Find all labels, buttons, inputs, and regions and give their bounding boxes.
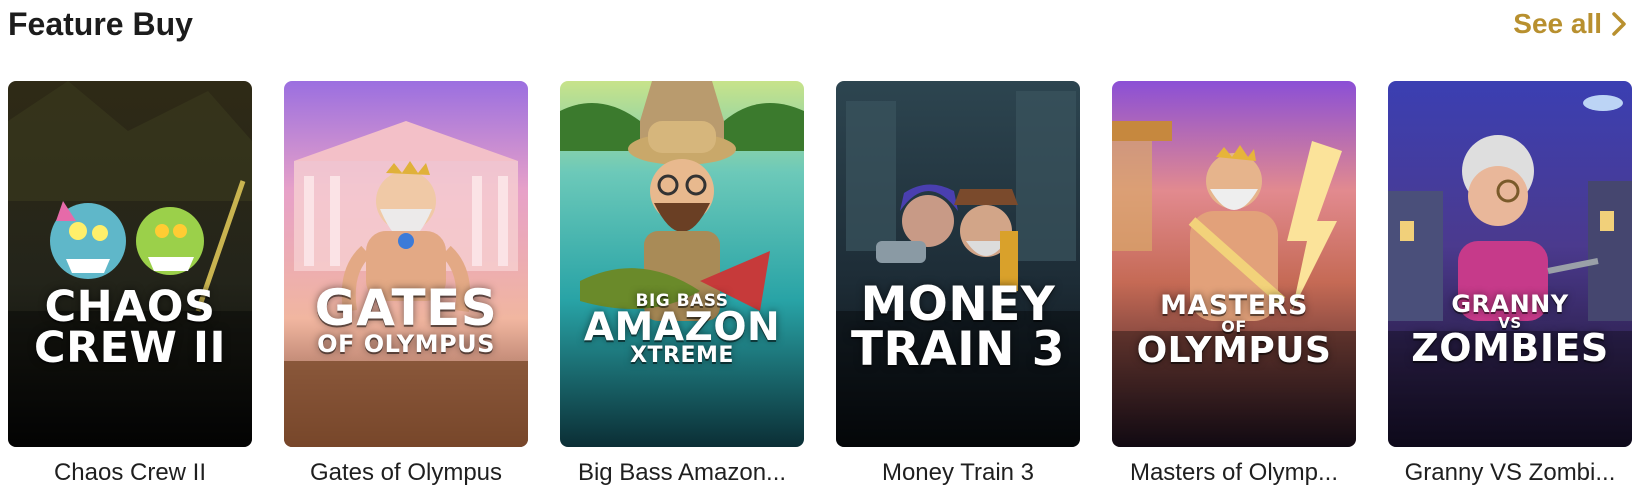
chevron-right-icon [1612, 12, 1626, 36]
game-card-granny-vs-zombies[interactable]: GRANNY VS ZOMBIES Granny VS Zombi... [1388, 81, 1632, 487]
chaos-crew-cover-icon [8, 81, 252, 447]
train-heist-cover-icon [836, 81, 1080, 447]
game-thumbnail[interactable]: CHAOS CREW II [8, 81, 252, 447]
see-all-label: See all [1513, 8, 1602, 39]
game-logo-line: MASTERS [1160, 290, 1308, 321]
game-logo-line: AMAZON [583, 305, 781, 351]
game-thumbnail[interactable]: BIG BASS AMAZON XTREME [560, 81, 804, 447]
game-title[interactable]: Masters of Olymp... [1112, 459, 1356, 487]
game-card-masters-of-olympus[interactable]: MASTERS OF OLYMPUS Masters of Olymp... [1112, 81, 1356, 487]
game-title[interactable]: Granny VS Zombi... [1388, 459, 1632, 487]
game-thumbnail[interactable]: MONEY TRAIN 3 [836, 81, 1080, 447]
game-title[interactable]: Big Bass Amazon... [560, 459, 804, 487]
game-logo-line: GRANNY [1451, 290, 1569, 318]
granny-cover-icon [1388, 81, 1632, 447]
game-thumbnail[interactable]: GATES OF OLYMPUS [284, 81, 528, 447]
game-logo-line: CREW II [34, 322, 226, 373]
game-thumbnail[interactable]: MASTERS OF OLYMPUS [1112, 81, 1356, 447]
game-thumbnail[interactable]: GRANNY VS ZOMBIES [1388, 81, 1632, 447]
explorer-fish-cover-icon [560, 81, 804, 447]
game-card-big-bass-amazon-xtreme[interactable]: BIG BASS AMAZON XTREME Big Bass Amazon..… [560, 81, 804, 487]
game-logo-line: OF OLYMPUS [317, 329, 495, 358]
see-all-link[interactable]: See all [1513, 8, 1630, 40]
game-title[interactable]: Money Train 3 [836, 459, 1080, 487]
zeus-lightning-cover-icon [1112, 81, 1356, 447]
game-title[interactable]: Chaos Crew II [8, 459, 252, 487]
game-card-gates-of-olympus[interactable]: GATES OF OLYMPUS Gates of Olympus [284, 81, 528, 487]
game-logo-line: CHAOS [44, 282, 216, 332]
game-card-money-train-3[interactable]: MONEY TRAIN 3 Money Train 3 [836, 81, 1080, 487]
game-logo-line: GATES [314, 279, 498, 337]
section-header: Feature Buy See all [8, 0, 1630, 50]
game-logo-line: TRAIN 3 [850, 321, 1065, 377]
game-card-chaos-crew-ii[interactable]: CHAOS CREW II Chaos Crew II [8, 81, 252, 487]
game-logo-line: MONEY [860, 277, 1056, 332]
game-logo-line: ZOMBIES [1411, 326, 1609, 371]
game-grid: CHAOS CREW II Chaos Crew II GATES OF OLY… [8, 81, 1632, 487]
game-logo-line: OLYMPUS [1136, 329, 1332, 371]
game-title[interactable]: Gates of Olympus [284, 459, 528, 487]
zeus-temple-cover-icon [284, 81, 528, 447]
section-title: Feature Buy [8, 6, 193, 42]
